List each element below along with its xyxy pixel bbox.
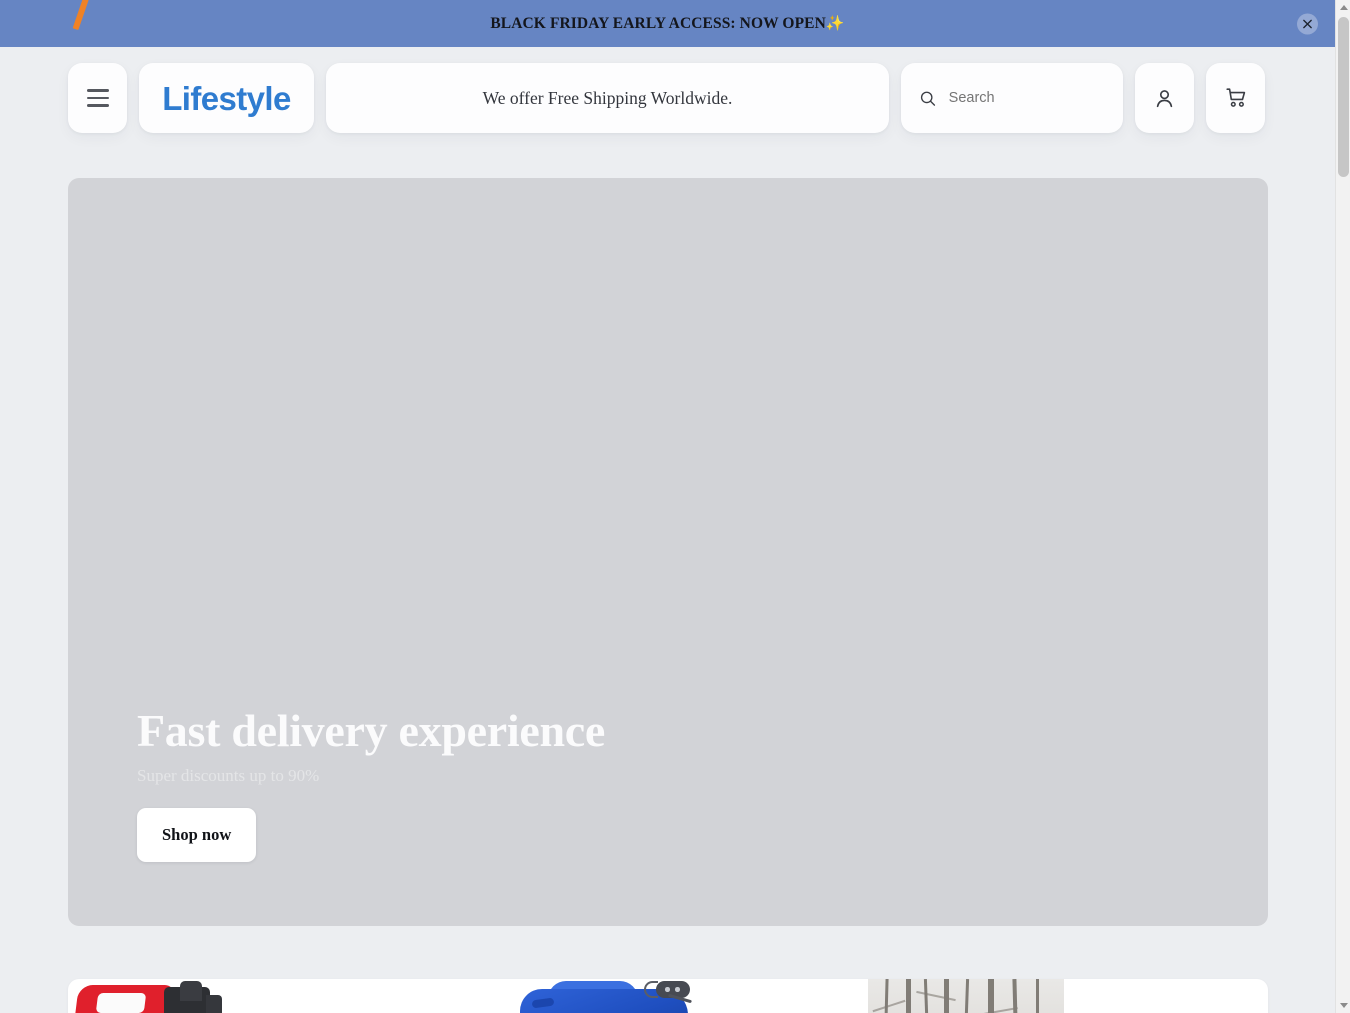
promo-banner-message: BLACK FRIDAY EARLY ACCESS: NOW OPEN	[490, 15, 826, 32]
logo-text: Lifestyle	[162, 79, 291, 117]
product-strip	[68, 979, 1268, 1013]
search-icon	[920, 91, 936, 106]
sensor-lens-left	[665, 987, 670, 992]
search-bar[interactable]	[901, 63, 1123, 133]
scroll-up-button[interactable]	[1336, 0, 1350, 15]
chevron-up-icon	[1339, 5, 1348, 10]
promo-banner: BLACK FRIDAY EARLY ACCESS: NOW OPEN✨	[0, 0, 1335, 47]
tree-trunk	[906, 979, 911, 1013]
site-logo[interactable]: Lifestyle	[72, 0, 314, 133]
tree-branch	[972, 1007, 1018, 1013]
cart-button[interactable]	[1206, 63, 1265, 133]
menu-button[interactable]	[68, 63, 127, 133]
sparkles-icon: ✨	[825, 16, 845, 32]
sensor-lens-right	[675, 987, 680, 992]
tool-top-cap	[180, 981, 202, 1001]
hero-subtitle: Super discounts up to 90%	[137, 766, 320, 785]
product-strip-wrapper	[0, 926, 1335, 1013]
shopping-cart-icon	[1225, 88, 1245, 107]
shop-now-button[interactable]: Shop now	[137, 808, 257, 862]
hamburger-menu-icon	[86, 89, 109, 107]
page-scrollbar[interactable]	[1335, 0, 1350, 1013]
close-icon	[1303, 19, 1312, 28]
close-banner-button[interactable]	[1297, 13, 1318, 34]
scroll-down-button[interactable]	[1336, 998, 1350, 1013]
hero-section-wrapper: Fast delivery experience Super discounts…	[0, 133, 1335, 926]
chevron-down-icon	[1339, 1003, 1348, 1008]
shipping-tagline: We offer Free Shipping Worldwide.	[326, 63, 889, 133]
tree-trunk	[988, 979, 994, 1013]
hero-content: Fast delivery experience Super discounts…	[137, 705, 605, 862]
product-card-blue-appliance-with-sensor[interactable]	[468, 979, 868, 1013]
tree-branch	[872, 999, 906, 1013]
site-header: Lifestyle We offer Free Shipping Worldwi…	[0, 0, 1335, 133]
tree-trunk	[961, 979, 970, 1013]
hero-banner[interactable]: Fast delivery experience Super discounts…	[68, 178, 1268, 926]
promo-banner-text: BLACK FRIDAY EARLY ACCESS: NOW OPEN✨	[490, 14, 844, 33]
product-card-red-black-power-tool[interactable]	[68, 979, 468, 1013]
account-button[interactable]	[1135, 63, 1194, 133]
search-input[interactable]	[948, 90, 1105, 106]
tool-handle-cutout	[95, 993, 147, 1013]
tree-branch	[916, 990, 956, 1002]
shipping-tagline-text: We offer Free Shipping Worldwide.	[482, 87, 733, 108]
tool-nozzle	[206, 995, 222, 1013]
tree-trunk	[1036, 979, 1039, 1013]
product-card-winter-forest-photo[interactable]	[868, 979, 1268, 1013]
hero-title: Fast delivery experience	[137, 705, 605, 757]
browser-viewport: BLACK FRIDAY EARLY ACCESS: NOW OPEN✨ Lif…	[0, 0, 1350, 1013]
user-account-icon	[1156, 89, 1173, 107]
tree-trunk	[923, 979, 932, 1013]
scrollbar-thumb[interactable]	[1338, 17, 1349, 177]
product-image-winter-forest	[868, 979, 1064, 1013]
